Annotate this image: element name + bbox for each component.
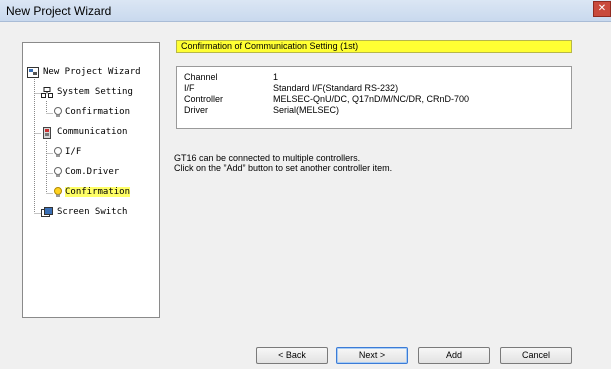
system-icon — [41, 87, 53, 98]
tree-label: Com.Driver — [65, 167, 120, 177]
close-icon: ✕ — [597, 3, 607, 14]
next-button[interactable]: Next > — [336, 347, 408, 364]
tree-label: I/F — [65, 147, 82, 157]
page-title: Confirmation of Communication Setting (1… — [176, 40, 572, 53]
setting-value: Standard I/F(Standard RS-232) — [273, 83, 399, 93]
tree-label: New Project Wizard — [43, 67, 141, 77]
back-button[interactable]: < Back — [256, 347, 328, 364]
bulb-icon — [54, 147, 62, 157]
tree-label: System Setting — [57, 87, 133, 97]
communication-icon — [43, 127, 51, 139]
bulb-icon — [54, 107, 62, 117]
message-line: Click on the ”Add” button to set another… — [174, 163, 393, 173]
add-button[interactable]: Add — [418, 347, 490, 364]
tree-lines — [34, 73, 53, 214]
close-button[interactable]: ✕ — [593, 1, 611, 17]
setting-value: 1 — [273, 72, 279, 82]
setting-key: I/F — [184, 83, 195, 93]
wizard-step-tree: New Project Wizard System Setting Confir… — [22, 42, 160, 318]
setting-key: Controller — [184, 94, 224, 104]
screen-icon — [41, 207, 53, 217]
tree-label: Confirmation — [65, 107, 131, 117]
setting-value: Serial(MELSEC) — [273, 105, 340, 115]
title-bar: New Project Wizard ✕ — [0, 0, 611, 22]
tree-label: Screen Switch — [57, 207, 128, 217]
setting-value: MELSEC-QnU/DC, Q17nD/M/NC/DR, CRnD-700 — [273, 94, 470, 104]
info-message: GT16 can be connected to multiple contro… — [174, 153, 392, 173]
cancel-button[interactable]: Cancel — [500, 347, 572, 364]
bulb-icon — [54, 167, 62, 177]
project-icon — [27, 67, 39, 78]
tree-label: Confirmation — [65, 187, 131, 197]
setting-key: Driver — [184, 105, 208, 115]
setting-key: Channel — [184, 72, 218, 82]
tree-label: Communication — [57, 127, 128, 137]
message-line: GT16 can be connected to multiple contro… — [174, 153, 361, 163]
settings-summary: Channel 1 I/F Standard I/F(Standard RS-2… — [176, 66, 572, 129]
bulb-lit-icon — [54, 187, 62, 197]
window-title: New Project Wizard — [6, 4, 112, 18]
